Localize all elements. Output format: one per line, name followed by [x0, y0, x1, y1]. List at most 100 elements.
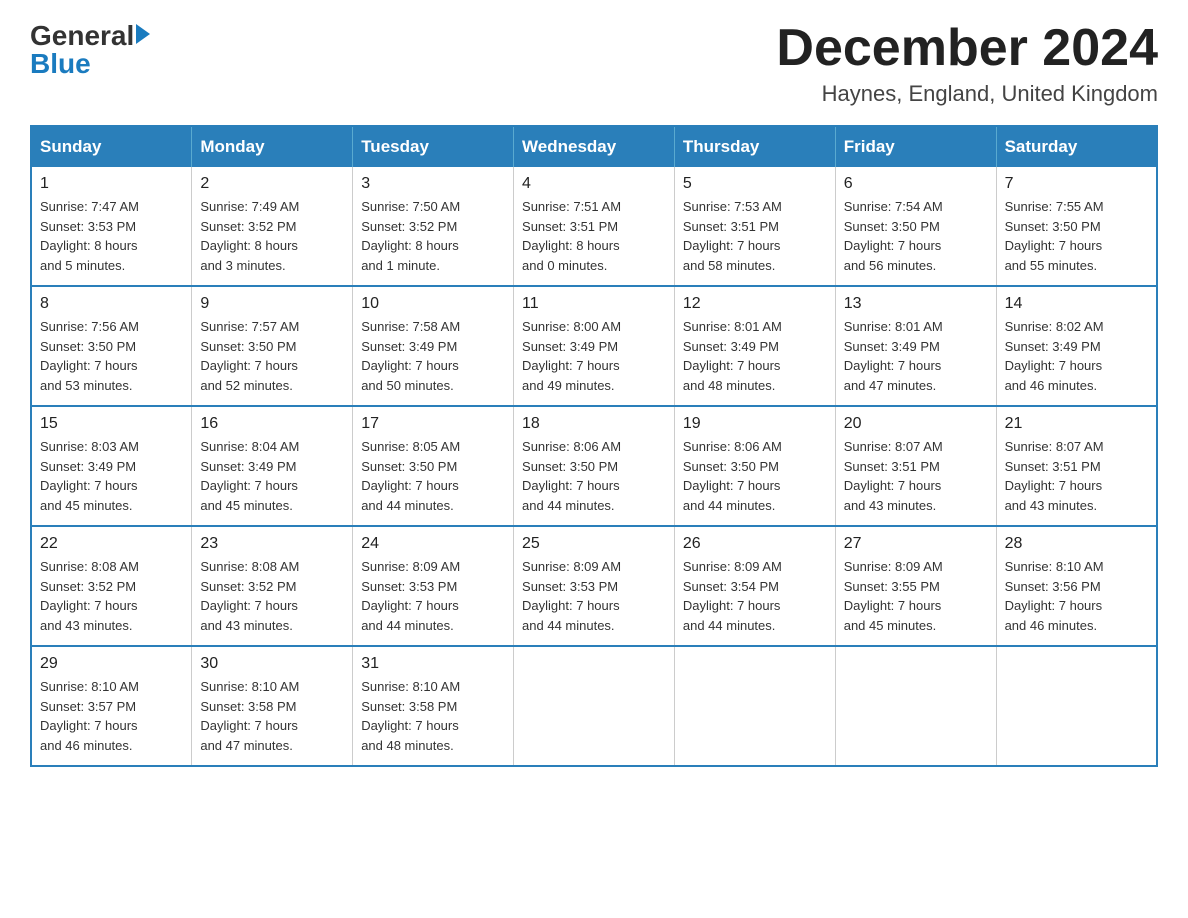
- calendar-cell: 22 Sunrise: 8:08 AM Sunset: 3:52 PM Dayli…: [31, 526, 192, 646]
- calendar-cell: [674, 646, 835, 766]
- calendar-cell: 27 Sunrise: 8:09 AM Sunset: 3:55 PM Dayli…: [835, 526, 996, 646]
- calendar-header-sunday: Sunday: [31, 126, 192, 167]
- day-info: Sunrise: 8:09 AM Sunset: 3:53 PM Dayligh…: [361, 557, 505, 635]
- day-number: 28: [1005, 535, 1148, 553]
- day-number: 3: [361, 175, 505, 193]
- calendar-header-row: SundayMondayTuesdayWednesdayThursdayFrid…: [31, 126, 1157, 167]
- calendar-cell: 2 Sunrise: 7:49 AM Sunset: 3:52 PM Daylig…: [192, 167, 353, 286]
- day-number: 10: [361, 295, 505, 313]
- logo-arrow-icon: [136, 24, 150, 44]
- day-number: 9: [200, 295, 344, 313]
- day-info: Sunrise: 8:06 AM Sunset: 3:50 PM Dayligh…: [683, 437, 827, 515]
- calendar-cell: 24 Sunrise: 8:09 AM Sunset: 3:53 PM Dayli…: [353, 526, 514, 646]
- calendar-week-1: 1 Sunrise: 7:47 AM Sunset: 3:53 PM Daylig…: [31, 167, 1157, 286]
- day-info: Sunrise: 8:09 AM Sunset: 3:53 PM Dayligh…: [522, 557, 666, 635]
- day-number: 8: [40, 295, 183, 313]
- calendar-header-wednesday: Wednesday: [514, 126, 675, 167]
- day-number: 21: [1005, 415, 1148, 433]
- day-number: 14: [1005, 295, 1148, 313]
- calendar-cell: 28 Sunrise: 8:10 AM Sunset: 3:56 PM Dayli…: [996, 526, 1157, 646]
- day-number: 17: [361, 415, 505, 433]
- calendar-cell: [996, 646, 1157, 766]
- calendar-cell: 12 Sunrise: 8:01 AM Sunset: 3:49 PM Dayli…: [674, 286, 835, 406]
- calendar-cell: 11Sunrise: 8:00 AM Sunset: 3:49 PM Dayli…: [514, 286, 675, 406]
- day-info: Sunrise: 8:03 AM Sunset: 3:49 PM Dayligh…: [40, 437, 183, 515]
- location-text: Haynes, England, United Kingdom: [776, 81, 1158, 107]
- title-block: December 2024 Haynes, England, United Ki…: [776, 20, 1158, 107]
- day-info: Sunrise: 7:47 AM Sunset: 3:53 PM Dayligh…: [40, 197, 183, 275]
- calendar-cell: 31Sunrise: 8:10 AM Sunset: 3:58 PM Dayli…: [353, 646, 514, 766]
- calendar-cell: 23Sunrise: 8:08 AM Sunset: 3:52 PM Dayli…: [192, 526, 353, 646]
- day-number: 11: [522, 295, 666, 313]
- calendar-cell: 9Sunrise: 7:57 AM Sunset: 3:50 PM Daylig…: [192, 286, 353, 406]
- calendar-cell: 13 Sunrise: 8:01 AM Sunset: 3:49 PM Dayli…: [835, 286, 996, 406]
- calendar-week-5: 29Sunrise: 8:10 AM Sunset: 3:57 PM Dayli…: [31, 646, 1157, 766]
- day-number: 24: [361, 535, 505, 553]
- day-number: 1: [40, 175, 183, 193]
- calendar-cell: 29Sunrise: 8:10 AM Sunset: 3:57 PM Dayli…: [31, 646, 192, 766]
- calendar-cell: 20Sunrise: 8:07 AM Sunset: 3:51 PM Dayli…: [835, 406, 996, 526]
- day-info: Sunrise: 7:49 AM Sunset: 3:52 PM Dayligh…: [200, 197, 344, 275]
- day-info: Sunrise: 8:05 AM Sunset: 3:50 PM Dayligh…: [361, 437, 505, 515]
- calendar-cell: 18 Sunrise: 8:06 AM Sunset: 3:50 PM Dayli…: [514, 406, 675, 526]
- day-info: Sunrise: 8:09 AM Sunset: 3:54 PM Dayligh…: [683, 557, 827, 635]
- calendar-cell: 15Sunrise: 8:03 AM Sunset: 3:49 PM Dayli…: [31, 406, 192, 526]
- day-info: Sunrise: 8:01 AM Sunset: 3:49 PM Dayligh…: [844, 317, 988, 395]
- day-info: Sunrise: 8:02 AM Sunset: 3:49 PM Dayligh…: [1005, 317, 1148, 395]
- day-number: 6: [844, 175, 988, 193]
- day-info: Sunrise: 7:51 AM Sunset: 3:51 PM Dayligh…: [522, 197, 666, 275]
- calendar-cell: 4 Sunrise: 7:51 AM Sunset: 3:51 PM Daylig…: [514, 167, 675, 286]
- calendar-week-4: 22 Sunrise: 8:08 AM Sunset: 3:52 PM Dayli…: [31, 526, 1157, 646]
- calendar-cell: 7 Sunrise: 7:55 AM Sunset: 3:50 PM Daylig…: [996, 167, 1157, 286]
- day-number: 13: [844, 295, 988, 313]
- calendar-cell: 14 Sunrise: 8:02 AM Sunset: 3:49 PM Dayli…: [996, 286, 1157, 406]
- day-info: Sunrise: 7:58 AM Sunset: 3:49 PM Dayligh…: [361, 317, 505, 395]
- day-info: Sunrise: 8:10 AM Sunset: 3:56 PM Dayligh…: [1005, 557, 1148, 635]
- day-number: 30: [200, 655, 344, 673]
- day-number: 2: [200, 175, 344, 193]
- day-number: 19: [683, 415, 827, 433]
- calendar-header-monday: Monday: [192, 126, 353, 167]
- day-number: 26: [683, 535, 827, 553]
- day-info: Sunrise: 8:01 AM Sunset: 3:49 PM Dayligh…: [683, 317, 827, 395]
- day-info: Sunrise: 7:50 AM Sunset: 3:52 PM Dayligh…: [361, 197, 505, 275]
- day-number: 18: [522, 415, 666, 433]
- day-info: Sunrise: 8:04 AM Sunset: 3:49 PM Dayligh…: [200, 437, 344, 515]
- day-number: 4: [522, 175, 666, 193]
- day-info: Sunrise: 8:06 AM Sunset: 3:50 PM Dayligh…: [522, 437, 666, 515]
- calendar-week-3: 15Sunrise: 8:03 AM Sunset: 3:49 PM Dayli…: [31, 406, 1157, 526]
- day-number: 12: [683, 295, 827, 313]
- calendar-week-2: 8 Sunrise: 7:56 AM Sunset: 3:50 PM Daylig…: [31, 286, 1157, 406]
- day-info: Sunrise: 7:53 AM Sunset: 3:51 PM Dayligh…: [683, 197, 827, 275]
- day-info: Sunrise: 7:56 AM Sunset: 3:50 PM Dayligh…: [40, 317, 183, 395]
- day-info: Sunrise: 8:08 AM Sunset: 3:52 PM Dayligh…: [40, 557, 183, 635]
- day-number: 25: [522, 535, 666, 553]
- calendar-cell: 16Sunrise: 8:04 AM Sunset: 3:49 PM Dayli…: [192, 406, 353, 526]
- day-number: 7: [1005, 175, 1148, 193]
- calendar-header-saturday: Saturday: [996, 126, 1157, 167]
- logo: General Blue: [30, 20, 150, 80]
- calendar-cell: 21 Sunrise: 8:07 AM Sunset: 3:51 PM Dayli…: [996, 406, 1157, 526]
- calendar-cell: [835, 646, 996, 766]
- day-info: Sunrise: 8:09 AM Sunset: 3:55 PM Dayligh…: [844, 557, 988, 635]
- calendar-cell: 17 Sunrise: 8:05 AM Sunset: 3:50 PM Dayli…: [353, 406, 514, 526]
- logo-blue: Blue: [30, 48, 91, 80]
- calendar-cell: 3 Sunrise: 7:50 AM Sunset: 3:52 PM Daylig…: [353, 167, 514, 286]
- day-number: 22: [40, 535, 183, 553]
- day-info: Sunrise: 7:54 AM Sunset: 3:50 PM Dayligh…: [844, 197, 988, 275]
- day-info: Sunrise: 8:10 AM Sunset: 3:57 PM Dayligh…: [40, 677, 183, 755]
- day-info: Sunrise: 8:07 AM Sunset: 3:51 PM Dayligh…: [1005, 437, 1148, 515]
- day-info: Sunrise: 8:08 AM Sunset: 3:52 PM Dayligh…: [200, 557, 344, 635]
- day-number: 31: [361, 655, 505, 673]
- day-info: Sunrise: 7:55 AM Sunset: 3:50 PM Dayligh…: [1005, 197, 1148, 275]
- calendar-cell: 25 Sunrise: 8:09 AM Sunset: 3:53 PM Dayli…: [514, 526, 675, 646]
- calendar-cell: 8 Sunrise: 7:56 AM Sunset: 3:50 PM Daylig…: [31, 286, 192, 406]
- day-number: 20: [844, 415, 988, 433]
- day-info: Sunrise: 8:10 AM Sunset: 3:58 PM Dayligh…: [200, 677, 344, 755]
- page-header: General Blue December 2024 Haynes, Engla…: [30, 20, 1158, 107]
- day-number: 5: [683, 175, 827, 193]
- month-title: December 2024: [776, 20, 1158, 77]
- calendar-cell: 19 Sunrise: 8:06 AM Sunset: 3:50 PM Dayli…: [674, 406, 835, 526]
- calendar-cell: 26 Sunrise: 8:09 AM Sunset: 3:54 PM Dayli…: [674, 526, 835, 646]
- day-number: 27: [844, 535, 988, 553]
